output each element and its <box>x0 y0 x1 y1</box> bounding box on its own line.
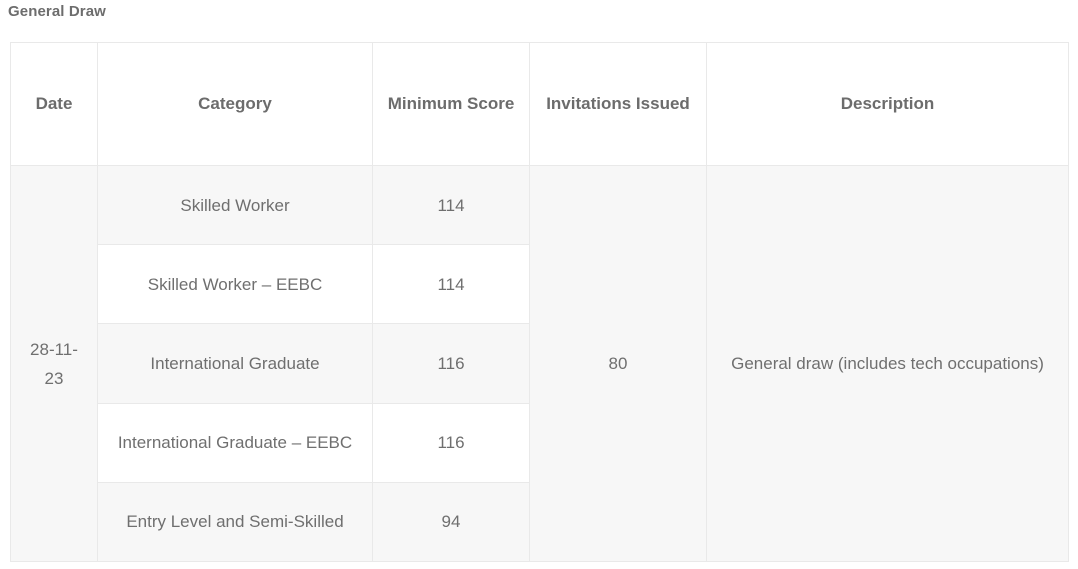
cell-minimum-score: 116 <box>372 402 530 483</box>
cell-minimum-score: 114 <box>372 244 530 325</box>
cell-category: Skilled Worker <box>97 164 373 246</box>
cell-category: Skilled Worker – EEBC <box>97 244 373 325</box>
table-header-row: Date Category Minimum Score Invitations … <box>10 42 1069 166</box>
cell-minimum-score: 116 <box>372 323 530 404</box>
table-row: 28-11-23 Skilled Worker 114 80 General d… <box>10 164 1069 562</box>
table-body: 28-11-23 Skilled Worker 114 80 General d… <box>10 164 1069 563</box>
page-title: General Draw <box>8 3 106 20</box>
cell-category: International Graduate <box>97 323 373 404</box>
table-header: Date Category Minimum Score Invitations … <box>10 42 1069 166</box>
cell-minimum-score: 114 <box>372 164 530 246</box>
cell-category: Entry Level and Semi-Skilled <box>97 481 373 563</box>
cell-category: International Graduate – EEBC <box>97 402 373 483</box>
cell-invitations-issued: 80 <box>529 165 707 562</box>
draw-table-container: Date Category Minimum Score Invitations … <box>10 42 1069 563</box>
cell-date: 28-11-23 <box>10 165 98 562</box>
general-draw-table: Date Category Minimum Score Invitations … <box>10 42 1069 563</box>
page-root: General Draw Date Category Minimum Score… <box>0 0 1078 569</box>
cell-description: General draw (includes tech occupations) <box>706 165 1069 562</box>
column-header-invitations-issued: Invitations Issued <box>529 42 707 166</box>
column-header-minimum-score: Minimum Score <box>372 42 530 166</box>
column-header-category: Category <box>97 42 373 166</box>
cell-minimum-score: 94 <box>372 481 530 563</box>
column-header-date: Date <box>10 42 98 166</box>
column-header-description: Description <box>706 42 1069 166</box>
